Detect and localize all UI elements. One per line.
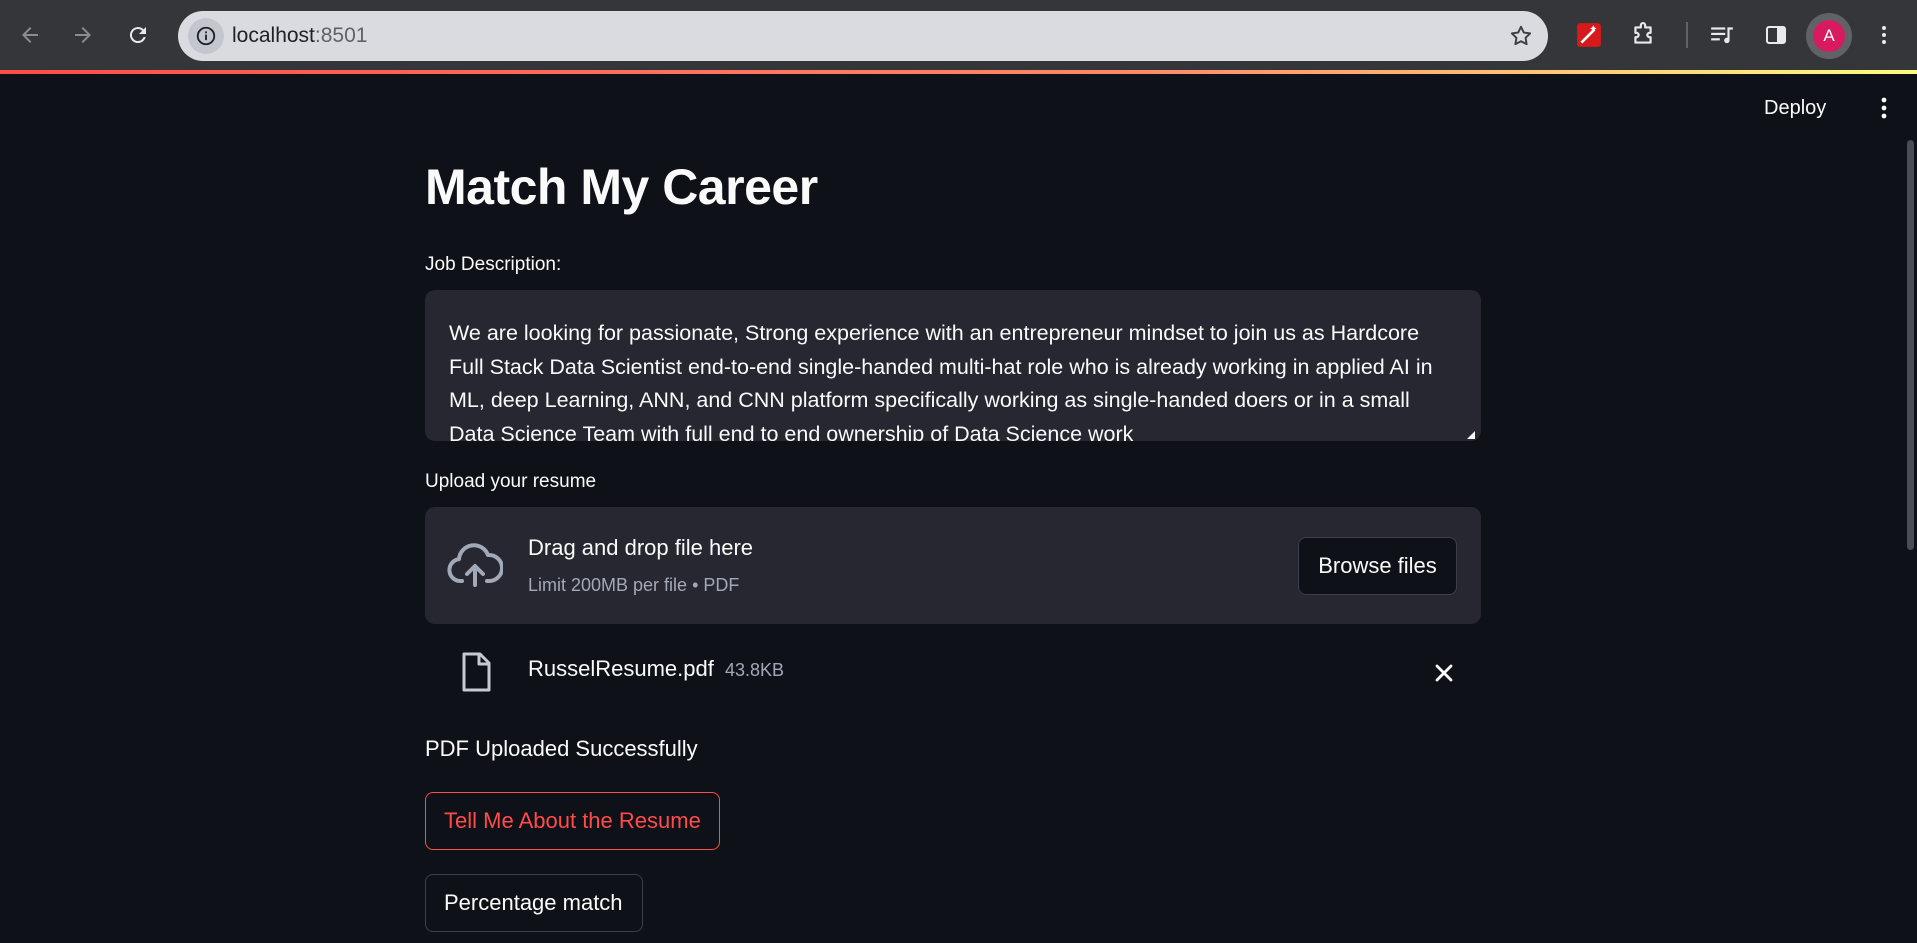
bookmark-star-icon[interactable] bbox=[1508, 23, 1534, 49]
reload-icon bbox=[129, 27, 146, 44]
page-title: Match My Career bbox=[425, 159, 818, 215]
url-host: localhost bbox=[232, 24, 315, 47]
back-button[interactable] bbox=[12, 17, 48, 53]
arrow-left-icon bbox=[22, 27, 38, 43]
url-text[interactable]: localhost:8501 bbox=[232, 11, 367, 61]
upload-label: Upload your resume bbox=[425, 471, 597, 492]
job-description-text: We are looking for passionate, Strong ex… bbox=[449, 321, 1433, 441]
extensions-puzzle-icon[interactable] bbox=[1625, 17, 1661, 53]
job-description-textarea[interactable]: We are looking for passionate, Strong ex… bbox=[425, 290, 1481, 441]
remove-file-icon[interactable] bbox=[1430, 659, 1458, 687]
media-control-icon[interactable] bbox=[1704, 17, 1740, 53]
address-bar[interactable]: localhost:8501 bbox=[178, 11, 1548, 61]
upload-success-message: PDF Uploaded Successfully bbox=[425, 736, 698, 761]
app-menu-icon[interactable] bbox=[1870, 90, 1898, 126]
extension-magic-icon[interactable] bbox=[1571, 17, 1607, 53]
uploaded-file-row: RusselResume.pdf 43.8KB bbox=[425, 645, 1481, 700]
upload-limit-text: Limit 200MB per file • PDF bbox=[528, 575, 740, 595]
site-info-icon[interactable] bbox=[188, 18, 224, 54]
browse-files-button[interactable]: Browse files bbox=[1298, 537, 1457, 595]
cloud-upload-icon bbox=[447, 543, 503, 587]
uploaded-file-name: RusselResume.pdf bbox=[528, 656, 714, 681]
url-port: :8501 bbox=[314, 24, 368, 47]
resize-handle-icon[interactable] bbox=[1467, 431, 1475, 439]
profile-avatar[interactable]: A bbox=[1806, 13, 1852, 59]
side-panel-icon[interactable] bbox=[1758, 17, 1794, 53]
uploaded-file-size: 43.8KB bbox=[725, 660, 785, 680]
drag-drop-text: Drag and drop file here bbox=[528, 535, 754, 560]
profile-initial: A bbox=[1813, 20, 1845, 52]
toolbar-separator bbox=[1686, 22, 1688, 48]
reload-button[interactable] bbox=[120, 17, 156, 53]
file-document-icon bbox=[462, 652, 491, 692]
chrome-menu-icon[interactable] bbox=[1866, 17, 1902, 53]
forward-button[interactable] bbox=[65, 17, 101, 53]
page-scrollbar[interactable] bbox=[1907, 140, 1914, 550]
arrow-right-icon bbox=[75, 27, 91, 43]
tell-me-about-resume-button[interactable]: Tell Me About the Resume bbox=[425, 792, 720, 850]
header-decoration-bar bbox=[0, 70, 1917, 74]
deploy-button[interactable]: Deploy bbox=[1764, 90, 1826, 126]
job-description-label: Job Description: bbox=[425, 254, 562, 275]
percentage-match-button[interactable]: Percentage match bbox=[425, 874, 643, 932]
browser-toolbar: localhost:8501 A bbox=[0, 0, 1917, 70]
